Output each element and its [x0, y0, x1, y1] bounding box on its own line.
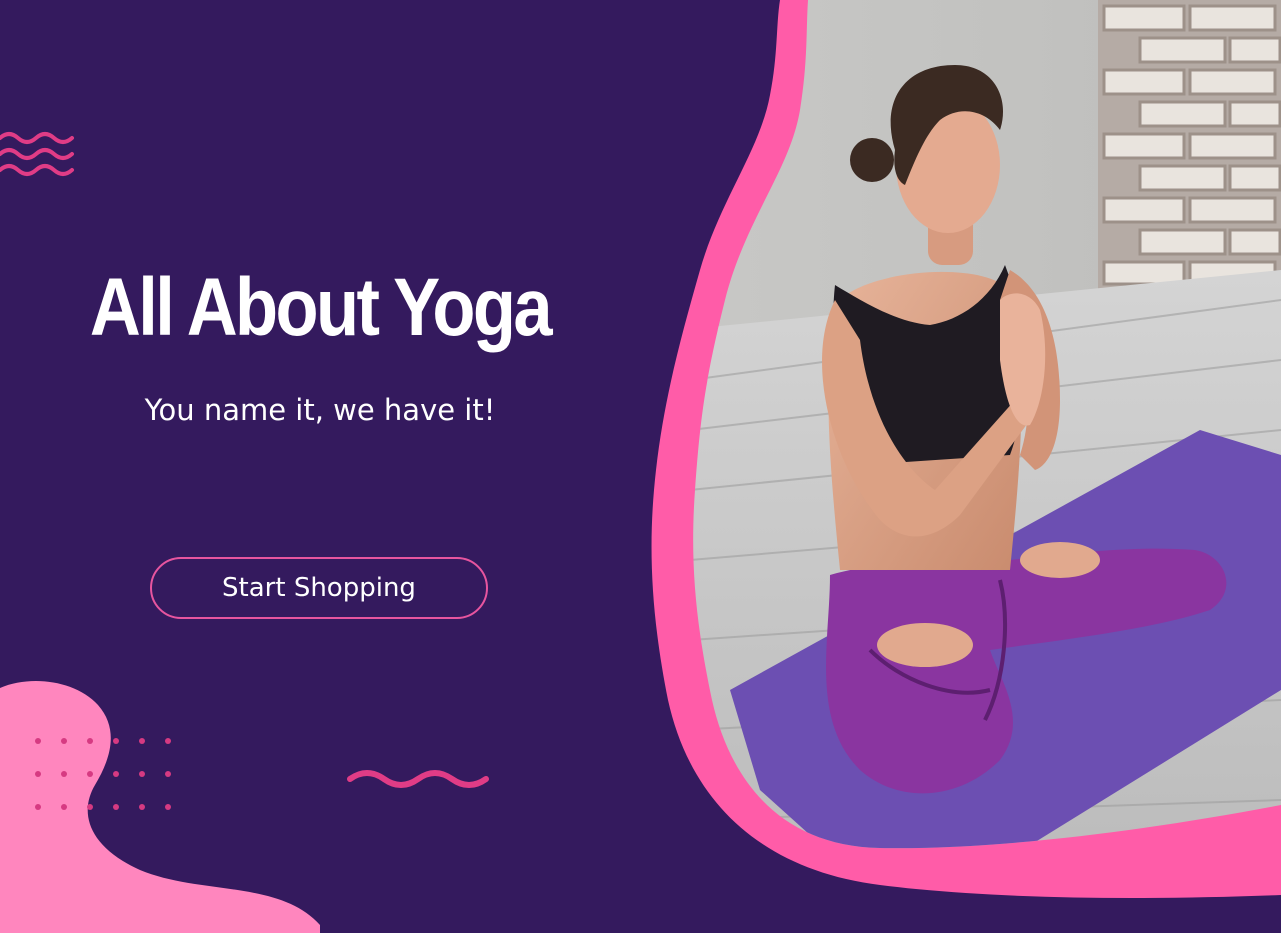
headline: All About Yoga — [89, 262, 553, 353]
hero-photo — [651, 0, 1281, 898]
promo-banner: All About Yoga You name it, we have it! … — [0, 0, 1281, 933]
start-shopping-button[interactable]: Start Shopping — [150, 557, 488, 619]
tagline: You name it, we have it! — [144, 393, 496, 427]
